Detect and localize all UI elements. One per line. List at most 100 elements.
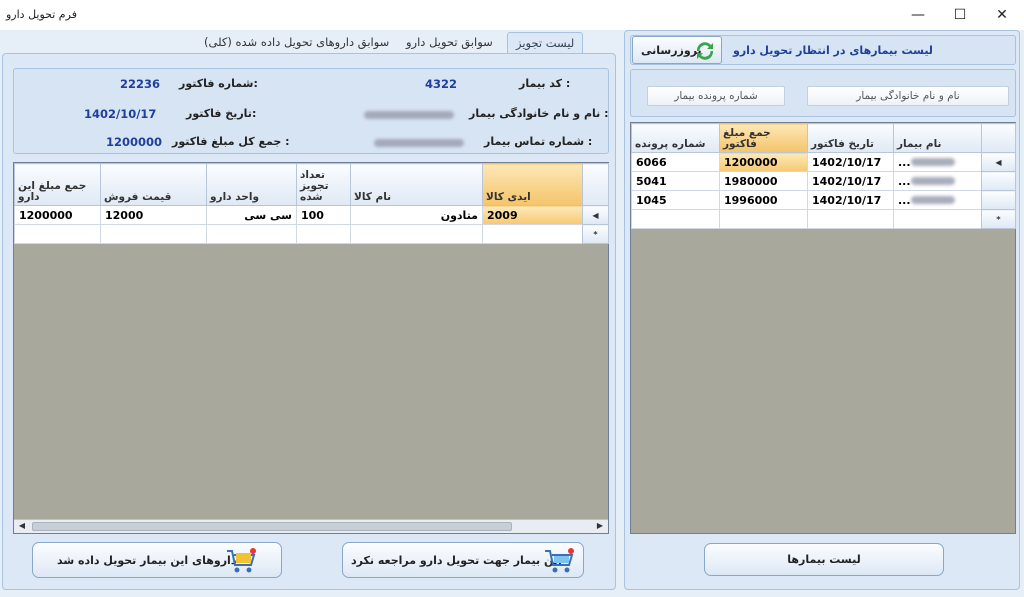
prescription-grid[interactable]: ایدی کالا نام کالا تعداد تجویز شده واحد …: [13, 162, 609, 534]
cell-total[interactable]: 1980000: [719, 171, 808, 191]
cell-total[interactable]: 1200000: [14, 205, 101, 225]
title-bar: فرم تحویل دارو — ☐ ✕: [0, 0, 1024, 30]
new-row-marker[interactable]: *: [981, 209, 1016, 229]
row-header[interactable]: [981, 190, 1016, 210]
tab-total-delivered-history[interactable]: سوابق داروهای تحویل داده شده (کلی): [196, 32, 397, 54]
patient-name-text: ...: [898, 174, 911, 188]
scroll-right-icon[interactable]: ▶: [594, 521, 606, 530]
scroll-left-icon[interactable]: ◀: [16, 521, 28, 530]
drugs-delivered-button[interactable]: داروهای این بیمار تحویل داده شد: [32, 542, 282, 578]
patient-name-filter[interactable]: نام و نام خانوادگی بیمار: [807, 86, 1009, 106]
cell-date[interactable]: 1402/10/17: [807, 171, 894, 191]
col-unit[interactable]: واحد دارو: [206, 163, 297, 206]
col-item-name[interactable]: نام کالا: [350, 163, 483, 206]
col-file-number[interactable]: شماره پرونده: [631, 123, 720, 153]
invoice-number-label: شماره فاکتور:: [179, 77, 258, 90]
cell-file[interactable]: 5041: [631, 171, 720, 191]
new-cell[interactable]: [631, 209, 720, 229]
close-icon[interactable]: ✕: [982, 0, 1022, 30]
patient-name-text: ...: [898, 193, 911, 207]
cell-item-id[interactable]: 2009: [482, 205, 583, 225]
patient-not-visited-label: این بیمار جهت تحویل دارو مراجعه نکرد: [351, 554, 562, 567]
new-cell[interactable]: [296, 224, 351, 244]
scrollbar-thumb[interactable]: [32, 522, 512, 531]
cell-item-name[interactable]: متادون: [350, 205, 483, 225]
cell-patient-name[interactable]: ...: [893, 171, 982, 191]
invoice-date-value: 1402/10/17: [84, 107, 157, 121]
cell-patient-name[interactable]: ...: [893, 152, 982, 172]
table-row[interactable]: ... 1402/10/17 1996000 1045: [631, 190, 1016, 210]
new-cell[interactable]: [206, 224, 297, 244]
patient-name-redacted: [910, 176, 955, 185]
invoice-number-value: 22236: [120, 77, 161, 91]
col-invoice-date[interactable]: تاریخ فاکتور: [807, 123, 894, 153]
table-row-new[interactable]: *: [14, 224, 609, 244]
prescription-table: ایدی کالا نام کالا تعداد تجویز شده واحد …: [14, 163, 609, 244]
patient-code-label: کد بیمار :: [519, 77, 571, 90]
window-title: فرم تحویل دارو: [6, 8, 77, 21]
waiting-header-title: لیست بیمارهای در انتظار تحویل دارو: [733, 44, 933, 57]
new-row-marker[interactable]: *: [582, 224, 609, 244]
new-cell[interactable]: [719, 209, 808, 229]
search-filters-box: نام و نام خانوادگی بیمار شماره پرونده بی…: [630, 69, 1016, 117]
grid-corner[interactable]: [582, 163, 609, 206]
file-number-filter[interactable]: شماره پرونده بیمار: [647, 86, 785, 106]
row-selector-icon[interactable]: ◀: [582, 205, 609, 225]
cell-date[interactable]: 1402/10/17: [807, 152, 894, 172]
shopping-cart-icon: [545, 548, 574, 573]
refresh-button[interactable]: بروزرسانی: [632, 36, 722, 64]
patient-name-label: نام و نام خانوادگی بیمار :: [469, 107, 609, 120]
shopping-cart-icon: [227, 548, 256, 573]
new-cell[interactable]: [350, 224, 483, 244]
cell-price[interactable]: 12000: [100, 205, 207, 225]
patient-name-redacted: [910, 157, 955, 166]
new-cell[interactable]: [14, 224, 101, 244]
waiting-patients-table: نام بیمار تاریخ فاکتور جمع مبلغ فاکتور ش…: [631, 123, 1016, 229]
table-row[interactable]: ◀ 2009 متادون 100 سی سی 12000 1200000: [14, 205, 609, 225]
col-drug-total[interactable]: جمع مبلغ این دارو: [14, 163, 101, 206]
cell-file[interactable]: 1045: [631, 190, 720, 210]
col-prescribed-qty[interactable]: تعداد تجویز شده: [296, 163, 351, 206]
cell-file[interactable]: 6066: [631, 152, 720, 172]
patient-code-value: 4322: [425, 77, 458, 91]
drugs-delivered-label: داروهای این بیمار تحویل داده شد: [57, 554, 237, 567]
invoice-info-box: کد بیمار : 4322 شماره فاکتور: 22236 نام …: [13, 68, 609, 154]
patients-list-button[interactable]: لیست بیمارها: [704, 543, 944, 576]
row-selector-icon[interactable]: ◀: [981, 152, 1016, 172]
horizontal-scrollbar[interactable]: ◀ ▶: [14, 519, 608, 533]
cell-patient-name[interactable]: ...: [893, 190, 982, 210]
maximize-icon[interactable]: ☐: [940, 0, 980, 30]
waiting-patients-grid[interactable]: نام بیمار تاریخ فاکتور جمع مبلغ فاکتور ش…: [630, 122, 1016, 534]
col-invoice-total[interactable]: جمع مبلغ فاکتور: [719, 123, 808, 153]
new-cell[interactable]: [893, 209, 982, 229]
col-item-id[interactable]: ایدی کالا: [482, 163, 583, 206]
patient-name-value-redacted: [364, 111, 454, 119]
invoice-total-label: جمع کل مبلغ فاکتور :: [172, 135, 290, 148]
cell-date[interactable]: 1402/10/17: [807, 190, 894, 210]
cell-unit[interactable]: سی سی: [206, 205, 297, 225]
new-cell[interactable]: [482, 224, 583, 244]
patient-not-visited-button[interactable]: این بیمار جهت تحویل دارو مراجعه نکرد: [342, 542, 584, 578]
cell-total[interactable]: 1200000: [719, 152, 808, 172]
grid-corner[interactable]: [981, 123, 1016, 153]
row-header[interactable]: [981, 171, 1016, 191]
cell-qty[interactable]: 100: [296, 205, 351, 225]
new-cell[interactable]: [807, 209, 894, 229]
table-row-new[interactable]: *: [631, 209, 1016, 229]
patient-phone-label: شماره تماس بیمار :: [484, 135, 593, 148]
refresh-icon: [696, 42, 714, 60]
invoice-date-label: تاریخ فاکتور:: [186, 107, 257, 120]
patient-name-redacted: [910, 195, 955, 204]
minimize-icon[interactable]: —: [898, 0, 938, 30]
col-sale-price[interactable]: قیمت فروش: [100, 163, 207, 206]
col-patient-name[interactable]: نام بیمار: [893, 123, 982, 153]
tab-delivery-history[interactable]: سوابق تحویل دارو: [398, 32, 501, 54]
table-row[interactable]: ◀ ... 1402/10/17 1200000 6066: [631, 152, 1016, 172]
table-row[interactable]: ... 1402/10/17 1980000 5041: [631, 171, 1016, 191]
patient-name-text: ...: [898, 155, 911, 169]
new-cell[interactable]: [100, 224, 207, 244]
tab-prescription-list[interactable]: لیست تجویز: [507, 32, 584, 54]
cell-total[interactable]: 1996000: [719, 190, 808, 210]
invoice-total-value: 1200000: [106, 135, 163, 149]
patient-phone-value-redacted: [374, 139, 464, 147]
